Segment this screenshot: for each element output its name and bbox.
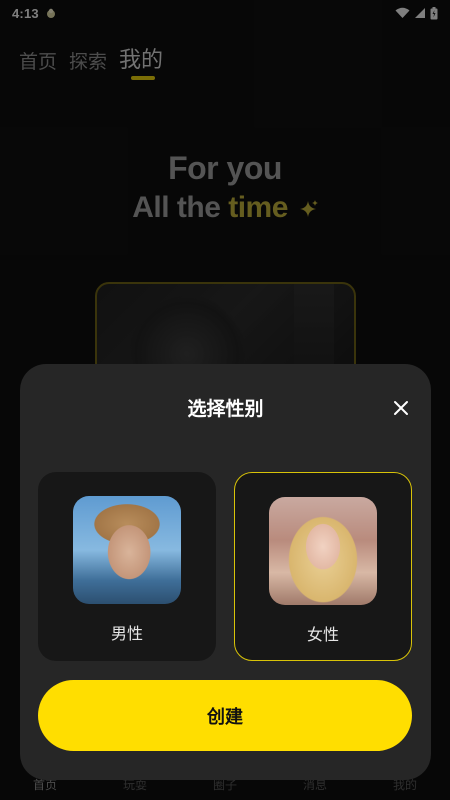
gender-option-male[interactable]: 男性	[38, 472, 216, 661]
male-avatar	[73, 496, 181, 604]
gender-option-female[interactable]: 女性	[234, 472, 412, 661]
female-avatar	[269, 497, 377, 605]
gender-select-sheet: 选择性别 男性 女性 创建	[20, 364, 431, 780]
gender-option-label: 男性	[110, 624, 143, 643]
gender-option-label: 女性	[306, 625, 339, 644]
create-button[interactable]: 创建	[38, 680, 412, 751]
close-icon[interactable]	[393, 400, 409, 416]
sheet-title: 选择性别	[187, 398, 264, 420]
